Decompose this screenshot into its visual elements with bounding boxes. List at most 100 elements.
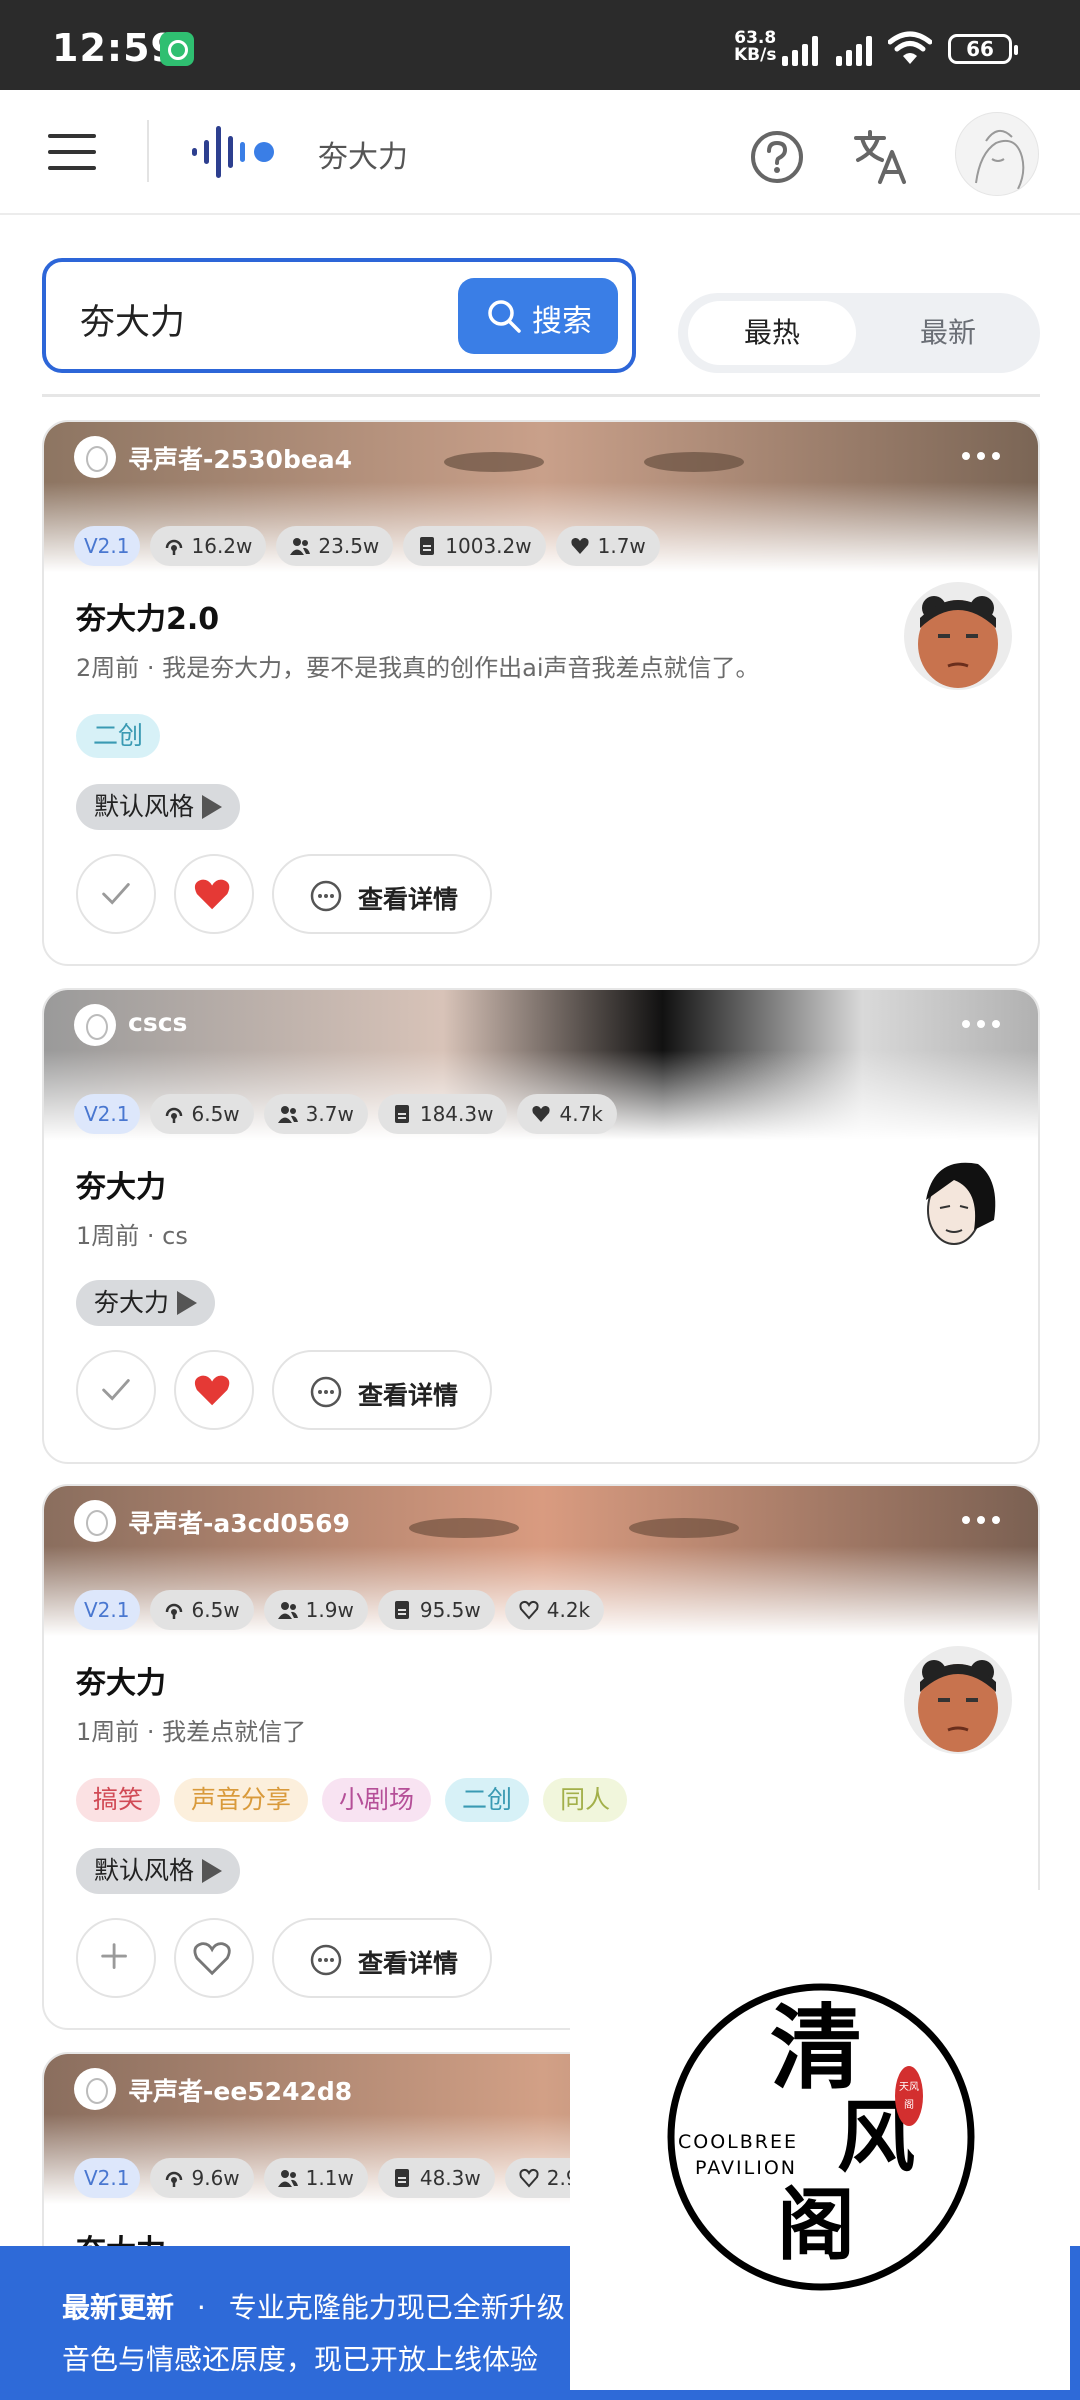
tag[interactable]: 二创 [445, 1778, 530, 1822]
author-avatar[interactable] [74, 1004, 116, 1046]
card-title[interactable]: 夯大力 [76, 1162, 166, 1206]
users-stat: 23.5w [276, 526, 394, 566]
update-heading: 最新更新 [62, 2291, 175, 2324]
view-details-button[interactable]: 查看详情 [272, 854, 492, 934]
signal-icon [782, 34, 826, 66]
signal-waves-icon [165, 1107, 182, 1123]
style-chip[interactable]: 夯大力 [76, 1280, 216, 1326]
like-button[interactable] [174, 1350, 254, 1430]
notification-app-icon [160, 32, 194, 66]
document-icon [394, 1601, 409, 1619]
play-icon [177, 1291, 198, 1315]
list-divider [42, 394, 1040, 397]
search-input[interactable]: 夯大力 搜索 [42, 258, 636, 373]
more-options-icon[interactable] [962, 452, 1000, 460]
heart-outline-icon [519, 2168, 539, 2188]
update-separator: · [196, 2291, 206, 2324]
users-stat: 3.7w [263, 1094, 368, 1134]
like-button[interactable] [174, 854, 254, 934]
check-button[interactable] [76, 1350, 156, 1430]
signal-waves-icon [165, 1603, 182, 1619]
more-circle-icon [310, 1376, 342, 1408]
voice-thumbnail[interactable] [904, 1646, 1012, 1754]
more-circle-icon [310, 1944, 342, 1976]
author-name[interactable]: 寻声者-2530bea4 [128, 440, 352, 476]
plays-stat: 9.6w [149, 2158, 254, 2198]
plus-icon [101, 1943, 127, 1969]
author-avatar[interactable] [74, 2068, 116, 2110]
wifi-icon [888, 31, 932, 64]
add-button[interactable] [76, 1918, 156, 1998]
voice-thumbnail[interactable] [904, 582, 1012, 690]
svg-text:清: 清 [770, 1994, 862, 2102]
battery-icon: 66 [948, 34, 1018, 64]
author-avatar[interactable] [74, 1500, 116, 1542]
tag[interactable]: 搞笑 [76, 1778, 161, 1822]
signal-waves-icon [165, 539, 182, 555]
voice-card[interactable]: cscs V2.1 6.5w 3.7w 184.3w 4.7k 夯大力 1周前 … [42, 988, 1040, 1464]
likes-stat: 4.7k [517, 1094, 617, 1134]
search-button[interactable]: 搜索 [458, 278, 618, 354]
status-bar: 12:59 63.8 KB/s 66 [0, 0, 1080, 90]
translate-icon[interactable] [852, 128, 910, 186]
check-icon [102, 883, 130, 905]
stats-row: V2.1 6.5w 1.9w 95.5w 4.2k [74, 1590, 605, 1630]
more-circle-icon [310, 880, 342, 912]
version-badge: V2.1 [74, 1094, 140, 1134]
card-title[interactable]: 夯大力 [76, 1658, 166, 1702]
svg-text:COOLBREE: COOLBREE [678, 2131, 798, 2153]
author-name[interactable]: cscs [128, 1008, 187, 1037]
check-icon [102, 1379, 130, 1401]
signal-icon [836, 34, 880, 66]
more-options-icon[interactable] [962, 1516, 1000, 1524]
menu-icon[interactable] [48, 134, 96, 170]
card-title[interactable]: 夯大力2.0 [76, 594, 219, 638]
author-name[interactable]: 寻声者-ee5242d8 [128, 2072, 352, 2108]
heart-icon [532, 1105, 551, 1122]
help-icon[interactable] [750, 130, 804, 184]
check-button[interactable] [76, 854, 156, 934]
watermark-overlay: 清 风 阁 COOLBREE PAVILION 天风 阁 [570, 1890, 1070, 2390]
tag[interactable]: 同人 [543, 1778, 628, 1822]
version-badge: V2.1 [74, 1590, 140, 1630]
user-avatar[interactable] [955, 112, 1039, 196]
docs-stat: 48.3w [377, 2158, 495, 2198]
version-badge: V2.1 [74, 526, 140, 566]
more-options-icon[interactable] [962, 1020, 1000, 1028]
search-icon [488, 300, 521, 333]
plays-stat: 6.5w [149, 1590, 254, 1630]
style-chip[interactable]: 默认风格 [76, 784, 241, 830]
sort-hot-tab[interactable]: 最热 [688, 301, 856, 365]
sort-new-tab[interactable]: 最新 [864, 301, 1032, 365]
plays-stat: 6.5w [149, 1094, 254, 1134]
like-button[interactable] [174, 1918, 254, 1998]
update-text: 专业克隆能力现已全新升级 [228, 2291, 565, 2324]
docs-stat: 1003.2w [403, 526, 546, 566]
view-details-button[interactable]: 查看详情 [272, 1350, 492, 1430]
sort-toggle: 最热 最新 [678, 293, 1040, 373]
users-icon [277, 1106, 298, 1123]
author-name[interactable]: 寻声者-a3cd0569 [128, 1504, 350, 1540]
likes-stat: 1.7w [555, 526, 660, 566]
view-details-button[interactable]: 查看详情 [272, 1918, 492, 1998]
play-icon [202, 795, 223, 819]
svg-text:阁: 阁 [777, 2180, 855, 2271]
tag[interactable]: 声音分享 [174, 1778, 309, 1822]
author-avatar[interactable] [74, 436, 116, 478]
heart-icon [571, 537, 589, 554]
signal-waves-icon [165, 2171, 182, 2187]
stats-row: V2.1 16.2w 23.5w 1003.2w 1.7w [74, 526, 660, 566]
likes-stat: 4.2k [504, 1590, 605, 1630]
voice-card[interactable]: 寻声者-2530bea4 V2.1 16.2w 23.5w 1003.2w 1.… [42, 420, 1040, 966]
voice-thumbnail[interactable] [904, 1150, 1012, 1258]
plays-stat: 16.2w [149, 526, 267, 566]
search-query-text: 夯大力 [80, 303, 186, 343]
heart-filled-icon [194, 879, 230, 910]
style-chip[interactable]: 默认风格 [76, 1848, 241, 1894]
tag[interactable]: 二创 [76, 714, 161, 758]
card-meta: 1周前 · cs [76, 1222, 188, 1250]
tag-row: 搞笑 声音分享 小剧场 二创 同人 [76, 1778, 628, 1822]
svg-text:天风: 天风 [899, 2081, 919, 2093]
tag[interactable]: 小剧场 [322, 1778, 432, 1822]
document-icon [394, 1105, 409, 1123]
